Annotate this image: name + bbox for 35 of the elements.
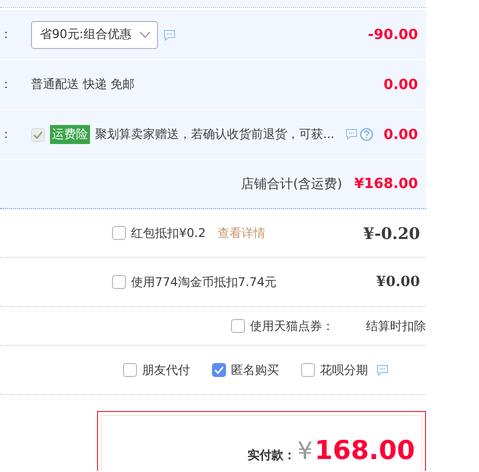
option-label: 匿名购买 <box>231 362 279 378</box>
option-label: 红包抵扣¥0.2 <box>131 224 206 242</box>
chat-icon[interactable] <box>345 128 358 140</box>
deduction-note: 结算时扣除 <box>366 318 426 334</box>
row-label: ： <box>0 26 13 43</box>
checkbox[interactable] <box>301 363 315 377</box>
amount: 0.00 <box>383 126 419 142</box>
help-icon[interactable] <box>360 128 374 141</box>
checkbox[interactable] <box>231 319 245 333</box>
checkbox[interactable] <box>112 226 126 240</box>
total-amount: ¥168.00 <box>354 176 418 192</box>
payment-amount: 168.00 <box>314 436 415 466</box>
currency-sign: ¥ <box>297 437 313 465</box>
checkbox[interactable] <box>112 275 126 289</box>
insurance-text: 聚划算卖家赠送，若确认收货前退货，可获... <box>95 126 334 143</box>
chevron-icon[interactable] <box>139 30 152 38</box>
amount: 0.00 <box>383 76 419 92</box>
payment-label: 实付款： <box>247 447 296 464</box>
checkbox[interactable] <box>123 363 137 377</box>
chat-icon[interactable] <box>163 28 176 40</box>
amount: ¥0.00 <box>376 274 420 290</box>
amount: -90.00 <box>368 26 419 42</box>
option-label: 花呗分期 <box>320 362 368 378</box>
option-label: 朋友代付 <box>142 362 190 378</box>
row-label: ： <box>0 76 13 93</box>
delivery-text: 普通配送 快递 免邮 <box>31 76 135 93</box>
insurance-tag: 运费险 <box>50 125 90 144</box>
checkbox[interactable] <box>212 363 226 377</box>
total-label: 店铺合计(含运费) <box>241 176 342 193</box>
amount: ¥-0.20 <box>363 224 420 242</box>
row-label: ： <box>0 126 13 143</box>
chat-icon[interactable] <box>376 364 389 376</box>
discount-dropdown[interactable]: 省90元:组合优惠 <box>31 20 158 48</box>
option-label: 使用天猫点券： <box>250 318 334 334</box>
option-label: 使用774淘金币抵扣7.74元 <box>131 274 277 290</box>
